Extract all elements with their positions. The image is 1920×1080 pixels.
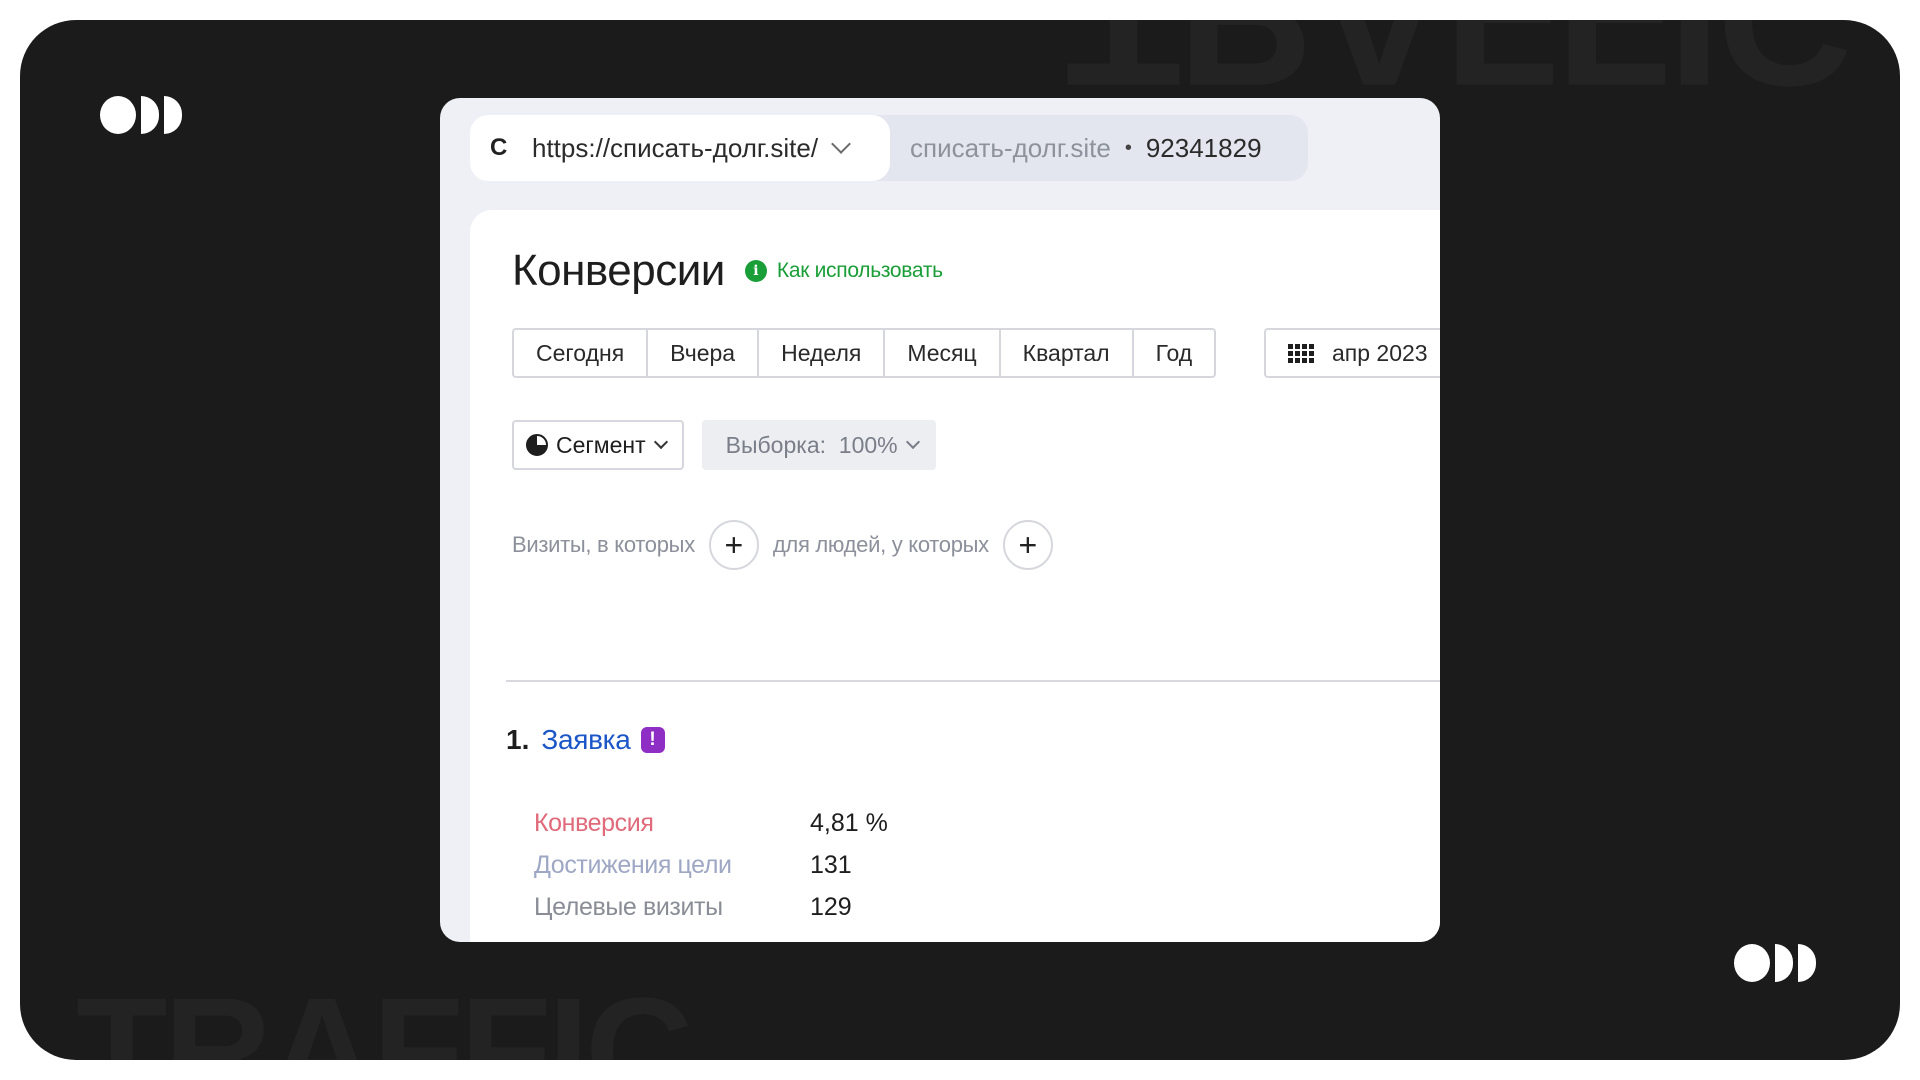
period-quarter[interactable]: Квартал [1001,330,1134,376]
how-to-use-link[interactable]: Как использовать [777,259,943,283]
goal-metrics: Конверсия 4,81 % Достижения цели 131 Цел… [534,802,888,928]
chevron-down-icon [905,434,920,450]
metrica-screenshot: C https://списать-долг.site/ списать-дол… [440,98,1440,942]
url-selector[interactable]: C https://списать-долг.site/ [470,115,890,181]
period-yesterday[interactable]: Вчера [648,330,760,376]
site-info: списать-долг.site • 92341829 [910,115,1262,181]
period-year[interactable]: Год [1134,330,1215,376]
sample-label: Выборка: 100% [725,431,898,458]
date-picker-button[interactable]: апр 2023 [1264,328,1440,378]
page-title: Конверсии [512,246,725,295]
period-month[interactable]: Месяц [885,330,1001,376]
reload-icon[interactable]: C [490,134,532,162]
period-today[interactable]: Сегодня [514,330,649,376]
divider [506,680,1440,682]
info-icon[interactable]: i [744,260,767,282]
brand-logo-icon [100,96,182,134]
goal-name-link[interactable]: Заявка [541,724,630,756]
segment-row: Сегмент Выборка: 100% [512,420,936,470]
add-visit-filter-button[interactable]: + [708,520,759,570]
visits-filter-label: Визиты, в которых [512,532,695,557]
metric-value: 129 [810,892,852,921]
period-selector: Сегодня Вчера Неделя Месяц Квартал Год [512,328,1217,378]
sample-button[interactable]: Выборка: 100% [701,420,936,470]
pie-chart-icon [526,434,548,456]
segment-label: Сегмент [556,431,646,458]
title-row: Конверсии i Как использовать [512,246,943,296]
goal-header: 1. Заявка ! [506,724,665,756]
brand-logo-icon [1734,944,1816,982]
date-picker-label: апр 2023 [1332,339,1428,366]
watermark-bottom: TRAFFIC [76,966,694,1060]
metric-label: Конверсия [534,808,654,837]
metric-row: Конверсия 4,81 % [534,802,888,844]
separator: • [1124,136,1132,159]
metric-label: Целевые визиты [534,892,723,921]
metric-row: Целевые визиты 129 [534,886,888,928]
chevron-down-icon[interactable] [831,134,851,154]
people-filter-label: для людей, у которых [772,532,989,557]
metric-value: 4,81 % [810,808,888,837]
site-name: списать-долг.site [910,132,1111,163]
metric-label: Достижения цели [534,850,732,879]
segment-button[interactable]: Сегмент [512,420,684,470]
counter-id: 92341829 [1145,132,1262,163]
add-people-filter-button[interactable]: + [1002,520,1053,570]
metric-value: 131 [810,850,852,879]
period-week[interactable]: Неделя [759,330,886,376]
report-panel: Конверсии i Как использовать Сегодня Вче… [470,210,1440,942]
metric-row: Достижения цели 131 [534,844,888,886]
address-bar: C https://списать-долг.site/ списать-дол… [470,115,1308,181]
chevron-down-icon [653,434,668,450]
calendar-icon [1288,343,1314,363]
filter-row: Визиты, в которых + для людей, у которых… [512,520,1067,570]
goal-number: 1. [506,724,530,755]
warning-badge-icon[interactable]: ! [640,727,665,753]
url-text: https://списать-долг.site/ [532,132,819,163]
